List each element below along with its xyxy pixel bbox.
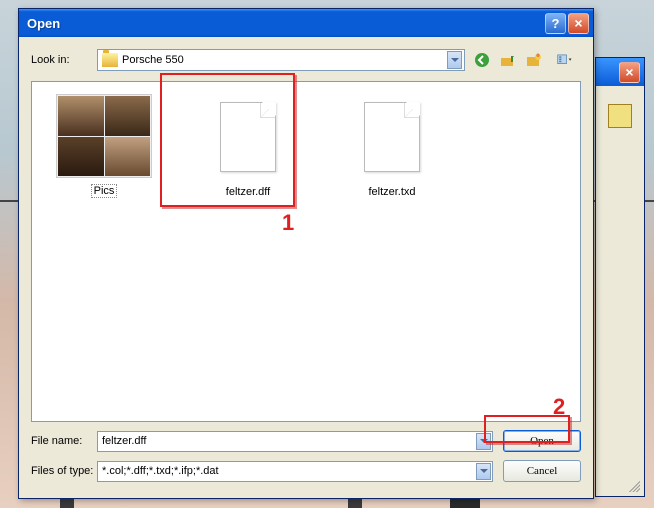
annotation-number-2: 2	[553, 394, 565, 420]
filename-label: File name:	[31, 435, 97, 447]
back-button[interactable]	[471, 49, 493, 71]
chevron-down-icon	[451, 58, 459, 62]
lookin-dropdown-button[interactable]	[447, 51, 462, 69]
annotation-number-1: 1	[282, 210, 294, 236]
close-button[interactable]: ×	[568, 13, 589, 34]
back-arrow-icon	[474, 52, 490, 68]
lookin-combo[interactable]: Porsche 550	[97, 49, 465, 71]
folder-thumbnail-icon	[56, 94, 152, 178]
folder-icon	[102, 53, 118, 67]
chevron-down-icon	[480, 469, 488, 473]
folder-up-icon	[500, 52, 516, 68]
file-item-pics[interactable]: Pics	[44, 94, 164, 198]
bg-close-button[interactable]: ×	[619, 62, 640, 83]
new-folder-button[interactable]	[523, 49, 545, 71]
filetype-combo[interactable]: *.col;*.dff;*.txd;*.ifp;*.dat	[97, 461, 493, 482]
lookin-label: Look in:	[31, 54, 97, 66]
background-window: ×	[595, 57, 645, 497]
annotation-box-1	[160, 73, 295, 207]
file-item-feltzer-txd[interactable]: feltzer.txd	[332, 94, 452, 198]
file-name-label: Pics	[91, 184, 118, 198]
filetype-dropdown-button[interactable]	[476, 463, 491, 480]
dialog-title: Open	[27, 16, 543, 31]
file-page-icon	[364, 102, 420, 172]
view-icon	[557, 52, 573, 68]
file-name-label: feltzer.txd	[368, 186, 415, 198]
cancel-button[interactable]: Cancel	[503, 460, 581, 482]
help-button[interactable]: ?	[545, 13, 566, 34]
new-folder-icon	[526, 52, 542, 68]
filename-value: feltzer.dff	[102, 435, 146, 447]
titlebar[interactable]: Open ? ×	[19, 9, 593, 37]
bg-resize-grip[interactable]	[626, 478, 640, 492]
file-list-view[interactable]: Pics feltzer.dff feltzer.txd	[31, 81, 581, 422]
filename-input[interactable]: feltzer.dff	[97, 431, 493, 452]
up-button[interactable]	[497, 49, 519, 71]
filetype-value: *.col;*.dff;*.txd;*.ifp;*.dat	[102, 465, 219, 477]
bg-side-icon	[608, 104, 632, 128]
lookin-value: Porsche 550	[122, 54, 447, 66]
view-menu-button[interactable]	[549, 49, 581, 71]
filetype-label: Files of type:	[31, 465, 97, 477]
